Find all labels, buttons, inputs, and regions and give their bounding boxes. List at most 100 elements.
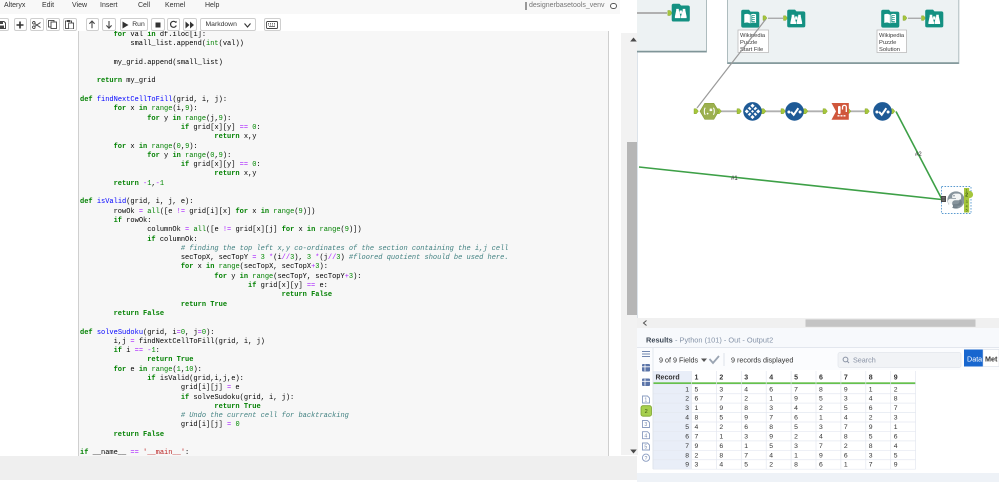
svg-text:9 records displayed: 9 records displayed — [731, 356, 793, 365]
svg-text:7: 7 — [685, 443, 689, 450]
svg-text:9: 9 — [844, 386, 848, 393]
svg-text:2: 2 — [794, 433, 798, 440]
svg-text:1: 1 — [644, 398, 647, 404]
svg-text:7: 7 — [719, 396, 723, 403]
svg-text:2: 2 — [844, 443, 848, 450]
svg-text:9: 9 — [894, 462, 898, 469]
svg-text:8: 8 — [869, 443, 873, 450]
svg-text:1: 1 — [744, 443, 748, 450]
svg-text:3: 3 — [695, 462, 699, 469]
svg-text:5: 5 — [894, 452, 898, 459]
svg-text:9: 9 — [695, 443, 699, 450]
svg-text:3: 3 — [719, 386, 723, 393]
svg-text:- Python (101) - Out - Output2: - Python (101) - Out - Output2 — [675, 336, 773, 345]
svg-text:5: 5 — [844, 405, 848, 412]
svg-text:8: 8 — [744, 405, 748, 412]
svg-text:2: 2 — [719, 424, 723, 431]
svg-text:1: 1 — [894, 424, 898, 431]
svg-text:#1: #1 — [731, 176, 738, 182]
svg-text:6: 6 — [869, 405, 873, 412]
svg-text:3: 3 — [869, 452, 873, 459]
svg-text:Record: Record — [656, 374, 680, 381]
svg-text:9: 9 — [685, 462, 689, 469]
svg-text:5: 5 — [794, 424, 798, 431]
svg-text:8: 8 — [769, 424, 773, 431]
svg-text:3: 3 — [744, 374, 748, 381]
svg-text:8: 8 — [695, 415, 699, 422]
svg-text:5: 5 — [744, 462, 748, 469]
svg-text:Results: Results — [646, 336, 673, 345]
svg-text:Solution: Solution — [879, 47, 900, 53]
svg-text:5: 5 — [869, 433, 873, 440]
svg-text:4: 4 — [769, 452, 773, 459]
svg-text:1: 1 — [685, 386, 689, 393]
svg-text:2: 2 — [719, 374, 723, 381]
svg-text:Puzzle: Puzzle — [879, 40, 896, 46]
svg-text:4: 4 — [685, 415, 689, 422]
svg-text:Search: Search — [853, 356, 876, 365]
svg-text:4: 4 — [794, 405, 798, 412]
svg-text:2: 2 — [744, 396, 748, 403]
svg-text:7: 7 — [844, 424, 848, 431]
svg-text:7: 7 — [844, 374, 848, 381]
svg-text:6: 6 — [769, 386, 773, 393]
svg-text:3: 3 — [966, 200, 968, 204]
svg-text:7: 7 — [794, 386, 798, 393]
svg-text:2: 2 — [769, 462, 773, 469]
svg-text:9: 9 — [794, 396, 798, 403]
svg-text:6: 6 — [719, 443, 723, 450]
svg-text:Data: Data — [967, 355, 982, 364]
svg-text:6: 6 — [685, 433, 689, 440]
svg-text:8: 8 — [794, 462, 798, 469]
svg-text:6: 6 — [744, 424, 748, 431]
svg-text:7: 7 — [695, 433, 699, 440]
svg-text:9: 9 — [819, 452, 823, 459]
svg-text:2: 2 — [695, 452, 699, 459]
svg-text:2: 2 — [645, 409, 648, 415]
svg-text:5: 5 — [819, 396, 823, 403]
svg-text:Wikipedia: Wikipedia — [879, 33, 905, 39]
svg-text:2: 2 — [894, 386, 898, 393]
svg-text:#2: #2 — [915, 152, 922, 158]
svg-text:3: 3 — [769, 405, 773, 412]
svg-text:Met: Met — [985, 355, 998, 364]
svg-text:4: 4 — [844, 415, 848, 422]
svg-text:4: 4 — [869, 396, 873, 403]
svg-text:1: 1 — [719, 433, 723, 440]
svg-text:5: 5 — [695, 386, 699, 393]
svg-text:3: 3 — [794, 443, 798, 450]
svg-text:3: 3 — [644, 422, 647, 428]
svg-text:6: 6 — [695, 396, 699, 403]
svg-text:9 of 9 Fields: 9 of 9 Fields — [659, 356, 699, 365]
svg-text:2: 2 — [869, 415, 873, 422]
svg-text:6: 6 — [794, 415, 798, 422]
svg-text:8: 8 — [869, 374, 873, 381]
svg-text:9: 9 — [744, 415, 748, 422]
svg-text:5: 5 — [794, 374, 798, 381]
svg-text:9: 9 — [719, 405, 723, 412]
svg-text:9: 9 — [869, 424, 873, 431]
svg-text:3: 3 — [819, 424, 823, 431]
svg-text:6: 6 — [844, 452, 848, 459]
svg-text:?: ? — [645, 456, 648, 462]
svg-text:7: 7 — [744, 452, 748, 459]
svg-text:5: 5 — [685, 424, 689, 431]
svg-text:4: 4 — [744, 386, 748, 393]
svg-text:8: 8 — [685, 452, 689, 459]
svg-text:6: 6 — [819, 462, 823, 469]
svg-text:2: 2 — [685, 396, 689, 403]
svg-text:1: 1 — [869, 386, 873, 393]
svg-text:7: 7 — [894, 405, 898, 412]
svg-text:4: 4 — [769, 374, 773, 381]
svg-text:4: 4 — [644, 433, 647, 439]
svg-text:1: 1 — [695, 405, 699, 412]
svg-text:1: 1 — [695, 374, 699, 381]
svg-text:4: 4 — [695, 424, 699, 431]
svg-text:8: 8 — [819, 386, 823, 393]
svg-text:3: 3 — [685, 405, 689, 412]
svg-text:8: 8 — [844, 433, 848, 440]
svg-text:1: 1 — [819, 415, 823, 422]
svg-text:4: 4 — [719, 462, 723, 469]
svg-text:5: 5 — [644, 445, 647, 451]
svg-text:4: 4 — [894, 443, 898, 450]
